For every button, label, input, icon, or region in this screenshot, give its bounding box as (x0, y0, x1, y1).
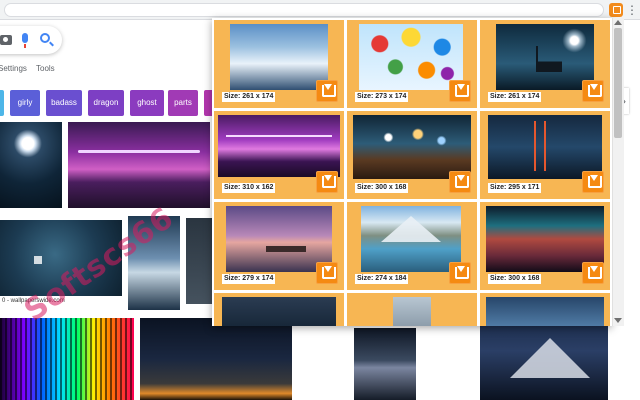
download-icon[interactable] (316, 171, 338, 193)
image-size-label: Size: 274 x 184 (355, 274, 409, 284)
search-box[interactable] (0, 26, 62, 54)
image-card: Size: 295 x 171 (480, 111, 610, 199)
image-size-label: Size: 279 x 174 (222, 274, 276, 284)
result-image[interactable] (140, 318, 292, 400)
image-card: Size: 261 x 174 (480, 20, 610, 108)
tab-settings[interactable]: Settings (0, 64, 27, 73)
image-size-label: Size: 261 x 174 (222, 92, 276, 102)
image-card: Size: 310 x 162 (214, 111, 344, 199)
image-thumbnail[interactable] (222, 297, 336, 326)
browser-menu-icon[interactable]: ⋮ (626, 2, 638, 18)
image-size-label: Size: 300 x 168 (488, 274, 542, 284)
related-chip-badass[interactable]: badass (46, 90, 82, 116)
image-thumbnail[interactable] (496, 24, 594, 90)
download-icon[interactable] (582, 80, 604, 102)
image-size-label: Size: 310 x 162 (222, 183, 276, 193)
browser-toolbar: ⋮ (0, 0, 640, 20)
camera-icon[interactable] (0, 35, 12, 45)
related-chip-parts[interactable]: parts (168, 90, 198, 116)
image-downloader-popup: Size: 261 x 174 Size: 273 x 174 Size: 26… (212, 18, 612, 326)
download-icon[interactable] (316, 262, 338, 284)
related-chip-ghost[interactable]: ghost (130, 90, 164, 116)
result-image[interactable] (68, 122, 210, 208)
image-size-label: Size: 295 x 171 (488, 183, 542, 193)
image-card: Size: 273 x 174 (347, 20, 477, 108)
result-image[interactable] (0, 318, 134, 400)
image-downloader-extension-icon[interactable] (609, 3, 623, 17)
image-card (347, 293, 477, 326)
image-card: Size: 300 x 168 (347, 111, 477, 199)
image-card: Size: 300 x 168 (480, 202, 610, 290)
download-icon[interactable] (449, 262, 471, 284)
tab-tools[interactable]: Tools (36, 64, 55, 73)
download-icon[interactable] (582, 171, 604, 193)
download-icon[interactable] (449, 171, 471, 193)
scroll-down-icon[interactable] (614, 318, 622, 323)
search-icon[interactable] (40, 33, 50, 43)
image-thumbnail[interactable] (393, 297, 431, 326)
result-image[interactable] (186, 218, 214, 304)
related-chip[interactable] (0, 90, 4, 116)
image-thumbnail[interactable] (218, 115, 340, 177)
image-card (480, 293, 610, 326)
download-icon[interactable] (316, 80, 338, 102)
image-size-label: Size: 273 x 174 (355, 92, 409, 102)
result-image[interactable] (354, 328, 416, 400)
result-image[interactable] (0, 122, 62, 208)
microphone-icon[interactable] (22, 33, 28, 48)
result-image[interactable] (480, 318, 608, 400)
image-thumbnail[interactable] (353, 115, 471, 179)
screen: { "browser": { "menu_glyph": "⋮", "exten… (0, 0, 640, 400)
windows-logo-icon (34, 256, 42, 264)
scrollbar-thumb[interactable] (614, 28, 622, 138)
image-thumbnail[interactable] (359, 24, 463, 90)
image-size-label: Size: 300 x 168 (355, 183, 409, 193)
related-chip-girly[interactable]: girly (10, 90, 40, 116)
image-thumbnail[interactable] (230, 24, 328, 90)
image-thumbnail[interactable] (361, 206, 461, 272)
scroll-up-icon[interactable] (614, 20, 622, 25)
address-bar[interactable] (4, 3, 604, 17)
related-chip-dragon[interactable]: dragon (88, 90, 124, 116)
download-icon[interactable] (582, 262, 604, 284)
image-thumbnail[interactable] (488, 115, 602, 179)
image-thumbnail[interactable] (486, 297, 604, 326)
download-icon[interactable] (449, 80, 471, 102)
image-card: Size: 261 x 174 (214, 20, 344, 108)
image-card: Size: 279 x 174 (214, 202, 344, 290)
image-card (214, 293, 344, 326)
image-size-label: Size: 261 x 174 (488, 92, 542, 102)
image-card: Size: 274 x 184 (347, 202, 477, 290)
